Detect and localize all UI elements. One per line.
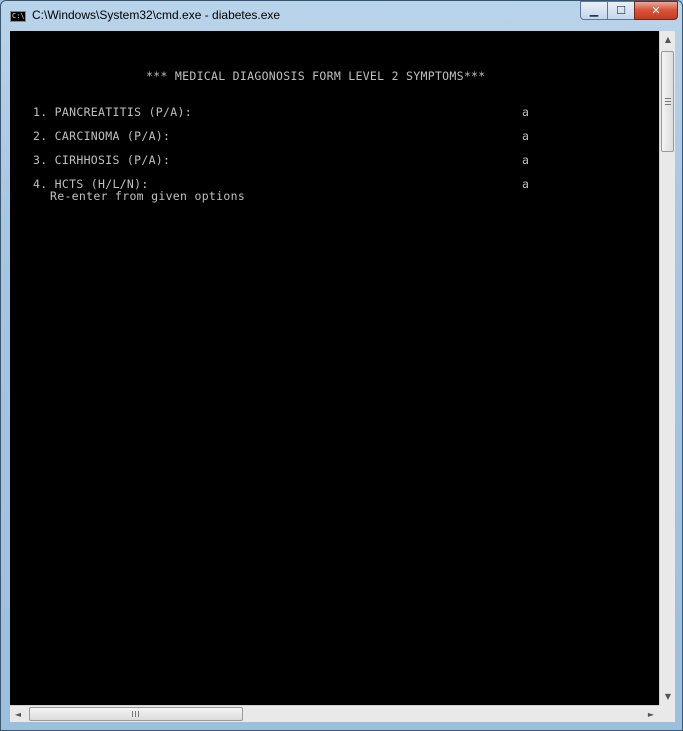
- caption-buttons: ▁ ☐ ✕: [580, 1, 678, 21]
- scroll-left-icon[interactable]: ◄: [10, 706, 26, 723]
- cmd-icon[interactable]: C:\: [10, 11, 26, 22]
- scroll-down-icon[interactable]: ▼: [660, 688, 676, 705]
- minimize-icon: ▁: [589, 4, 599, 17]
- symptom-label-2: 2. CARCINOMA (P/A):: [33, 129, 171, 143]
- symptom-value-4: a: [522, 177, 530, 191]
- error-message: Re-enter from given options: [50, 189, 246, 203]
- title-bar[interactable]: C:\ C:\Windows\System32\cmd.exe - diabet…: [1, 1, 682, 31]
- scroll-right-icon[interactable]: ►: [643, 706, 659, 723]
- symptom-value-3: a: [522, 153, 530, 167]
- maximize-icon: ☐: [616, 4, 626, 17]
- console-area[interactable]: *** MEDICAL DIAGONOSIS FORM LEVEL 2 SYMP…: [10, 31, 659, 706]
- close-icon: ✕: [651, 4, 661, 17]
- vertical-scroll-thumb[interactable]: [661, 51, 674, 152]
- window-title: C:\Windows\System32\cmd.exe - diabetes.e…: [32, 8, 281, 22]
- vertical-scrollbar[interactable]: ▲ ▼: [659, 31, 675, 705]
- cmd-window: C:\ C:\Windows\System32\cmd.exe - diabet…: [0, 0, 683, 731]
- close-button[interactable]: ✕: [634, 1, 678, 20]
- symptom-value-2: a: [522, 129, 530, 143]
- horizontal-scrollbar[interactable]: ◄ ►: [10, 705, 659, 722]
- maximize-button[interactable]: ☐: [607, 1, 634, 20]
- scrollbar-corner: [659, 705, 675, 722]
- horizontal-scroll-thumb[interactable]: [29, 707, 243, 721]
- symptom-label-3: 3. CIRHHOSIS (P/A):: [33, 153, 171, 167]
- symptom-label-1: 1. PANCREATITIS (P/A):: [33, 105, 192, 119]
- symptom-value-1: a: [522, 105, 530, 119]
- minimize-button[interactable]: ▁: [580, 1, 607, 20]
- scroll-up-icon[interactable]: ▲: [660, 31, 676, 48]
- form-heading: *** MEDICAL DIAGONOSIS FORM LEVEL 2 SYMP…: [146, 69, 486, 83]
